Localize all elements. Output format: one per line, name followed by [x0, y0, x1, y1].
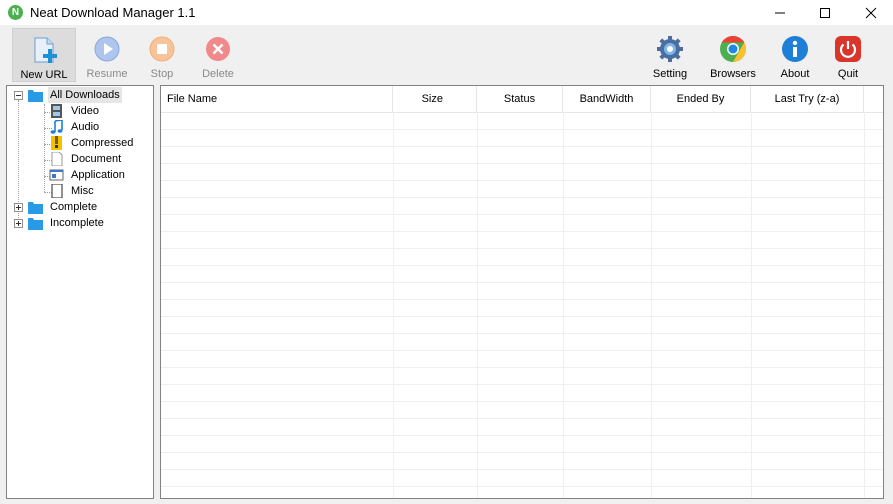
folder-icon — [28, 202, 43, 214]
about-label: About — [780, 68, 810, 80]
category-tree: All Downloads Video Audio Compressed Doc… — [6, 85, 154, 499]
grid-row-line — [161, 435, 883, 436]
resume-button[interactable]: Resume — [80, 28, 134, 82]
grid-row-line — [161, 282, 883, 283]
toolbar: New URL Resume Stop Delete Setting Brows… — [0, 26, 893, 83]
downloads-list: File Name Size Status BandWidth Ended By… — [160, 85, 884, 499]
setting-label: Setting — [652, 68, 688, 80]
grid-row-line — [161, 265, 883, 266]
quit-label: Quit — [837, 68, 859, 80]
delete-button[interactable]: Delete — [194, 28, 242, 82]
grid-row-line — [161, 231, 883, 232]
grid-column-line — [651, 112, 652, 498]
resume-label: Resume — [86, 68, 128, 80]
archive-icon — [51, 136, 62, 150]
column-header-bandwidth[interactable]: BandWidth — [563, 86, 651, 112]
close-button[interactable] — [848, 0, 893, 25]
expand-complete[interactable] — [14, 203, 23, 212]
film-icon — [51, 104, 62, 118]
grid-column-line — [864, 112, 865, 498]
grid-row-line — [161, 469, 883, 470]
grid-row-line — [161, 350, 883, 351]
grid-row-line — [161, 418, 883, 419]
column-header-ended-by[interactable]: Ended By — [651, 86, 751, 112]
column-header-file-name[interactable]: File Name — [161, 86, 393, 112]
grid-row-line — [161, 129, 883, 130]
minimize-button[interactable] — [757, 0, 802, 25]
grid-row-line — [161, 384, 883, 385]
close-icon — [865, 7, 876, 18]
grid-row-line — [161, 146, 883, 147]
grid-row-line — [161, 367, 883, 368]
info-icon — [782, 36, 808, 62]
maximize-icon — [819, 7, 830, 18]
stop-button[interactable]: Stop — [138, 28, 186, 82]
application-icon — [49, 169, 64, 181]
stop-icon — [149, 36, 175, 62]
grid-row-line — [161, 401, 883, 402]
new-url-button[interactable]: New URL — [12, 28, 76, 82]
gear-icon — [657, 36, 683, 62]
grid-column-line — [563, 112, 564, 498]
document-icon — [51, 152, 63, 166]
browsers-button[interactable]: Browsers — [706, 28, 760, 82]
setting-button[interactable]: Setting — [646, 28, 694, 82]
maximize-button[interactable] — [802, 0, 847, 25]
music-note-icon — [50, 120, 63, 134]
stop-label: Stop — [150, 68, 174, 80]
expand-incomplete[interactable] — [14, 219, 23, 228]
play-icon — [94, 36, 120, 62]
title-bar: N Neat Download Manager 1.1 — [0, 0, 893, 25]
grid-row-line — [161, 299, 883, 300]
column-header-last-try[interactable]: Last Try (z-a) — [751, 86, 864, 112]
collapse-all-downloads[interactable] — [14, 91, 23, 100]
grid-column-line — [477, 112, 478, 498]
grid-column-line — [393, 112, 394, 498]
about-button[interactable]: About — [772, 28, 818, 82]
delete-label: Delete — [202, 68, 234, 80]
grid-row-line — [161, 163, 883, 164]
delete-icon — [206, 37, 230, 61]
browsers-label: Browsers — [710, 68, 756, 80]
new-url-icon — [34, 37, 57, 63]
grid-row-line — [161, 333, 883, 334]
minimize-icon — [774, 12, 785, 13]
grid-column-line — [751, 112, 752, 498]
grid-row-line — [161, 486, 883, 487]
grid-row-line — [161, 197, 883, 198]
misc-file-icon — [51, 184, 63, 198]
column-header-status[interactable]: Status — [477, 86, 563, 112]
grid-row-line — [161, 214, 883, 215]
grid-row-line — [161, 452, 883, 453]
power-icon — [835, 36, 861, 62]
chrome-icon — [720, 35, 747, 63]
grid-row-line — [161, 180, 883, 181]
column-header-size[interactable]: Size — [393, 86, 477, 112]
folder-icon — [28, 90, 43, 102]
new-url-label: New URL — [20, 69, 68, 81]
grid-row-line — [161, 316, 883, 317]
quit-button[interactable]: Quit — [826, 28, 870, 82]
grid-row-line — [161, 248, 883, 249]
app-logo-icon: N — [8, 5, 23, 20]
window-title: Neat Download Manager 1.1 — [30, 5, 196, 20]
folder-icon — [28, 218, 43, 230]
